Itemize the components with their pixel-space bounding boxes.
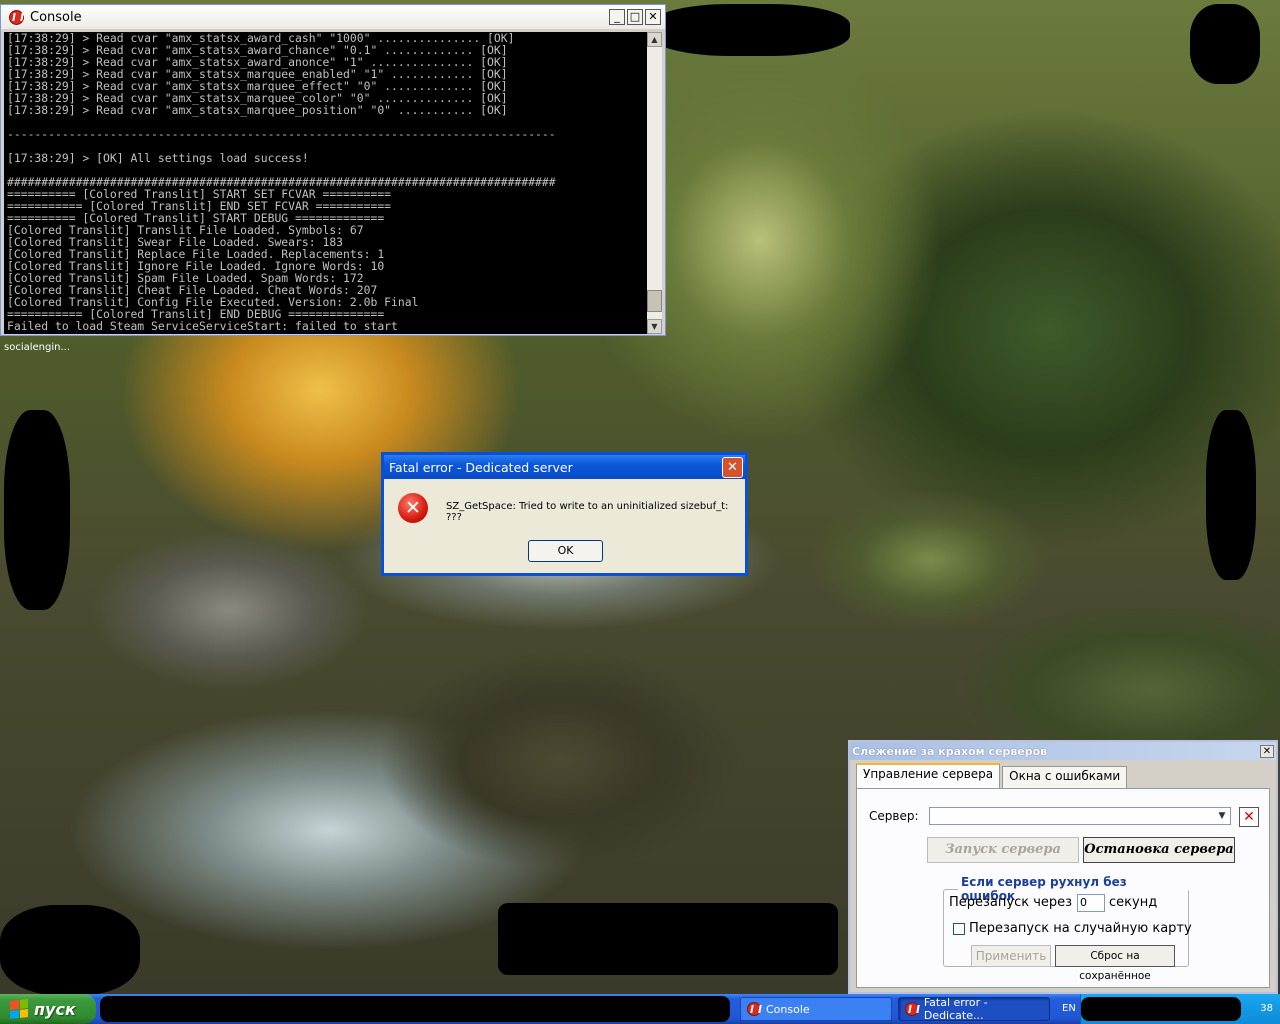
hl-icon bbox=[9, 9, 24, 25]
taskbar-button-label: Fatal error - Dedicate... bbox=[923, 996, 988, 1022]
console-scrollbar[interactable]: ▲ ▼ bbox=[647, 32, 662, 334]
redaction-scribble bbox=[1081, 997, 1241, 1021]
reset-to-saved-button[interactable]: Сброс на сохранённое bbox=[1055, 945, 1175, 982]
error-message: SZ_GetSpace: Tried to write to an uninit… bbox=[446, 501, 729, 523]
close-button[interactable]: ✕ bbox=[1260, 744, 1274, 758]
console-titlebar[interactable]: Console _ □ ✕ bbox=[1, 5, 665, 29]
error-icon: ✕ bbox=[398, 493, 428, 523]
restart-suffix-label: секунд bbox=[1109, 895, 1158, 910]
monitor-titlebar[interactable]: Слежение за крахом серверов ✕ bbox=[850, 742, 1276, 760]
random-map-label: Перезапуск на случайную карту bbox=[969, 921, 1192, 936]
fatal-dialog-title: Fatal error - Dedicated server bbox=[389, 459, 573, 475]
minimize-button[interactable]: _ bbox=[609, 9, 625, 25]
monitor-tabs: Управление сервера Окна с ошибками bbox=[856, 763, 1129, 789]
redaction-scribble bbox=[1206, 410, 1256, 580]
scroll-thumb[interactable] bbox=[647, 290, 662, 312]
apply-button[interactable]: Применить bbox=[971, 945, 1051, 967]
taskbar-button-fatal-error[interactable]: Fatal error - Dedicate... bbox=[898, 996, 1050, 1022]
language-indicator[interactable]: EN bbox=[1062, 1003, 1076, 1014]
server-label: Сервер: bbox=[869, 809, 919, 823]
scroll-down-arrow-icon[interactable]: ▼ bbox=[647, 319, 662, 334]
redaction-scribble bbox=[650, 4, 850, 56]
taskbar-button-label: Console bbox=[766, 1002, 810, 1016]
redaction-scribble bbox=[4, 410, 70, 610]
server-select[interactable]: ▼ bbox=[929, 807, 1231, 825]
tab-error-windows[interactable]: Окна с ошибками bbox=[1002, 766, 1128, 788]
redaction-scribble bbox=[498, 903, 838, 975]
chevron-down-icon[interactable]: ▼ bbox=[1215, 809, 1229, 823]
redaction-scribble bbox=[100, 996, 730, 1022]
fatal-error-dialog[interactable]: Fatal error - Dedicated server ✕ ✕ SZ_Ge… bbox=[381, 452, 748, 576]
tab-server-control[interactable]: Управление сервера bbox=[856, 763, 1001, 789]
monitor-title: Слежение за крахом серверов bbox=[852, 744, 1048, 758]
taskbar-button-console[interactable]: Console bbox=[740, 997, 892, 1021]
scroll-up-arrow-icon[interactable]: ▲ bbox=[647, 32, 662, 47]
close-button[interactable]: ✕ bbox=[645, 9, 661, 25]
restart-seconds-input[interactable]: 0 bbox=[1077, 894, 1105, 912]
delete-server-icon[interactable]: ✕ bbox=[1239, 807, 1259, 827]
taskbar: пуск Console Fatal error - Dedicate... E… bbox=[0, 994, 1280, 1024]
stop-server-button[interactable]: Остановка сервера bbox=[1083, 837, 1235, 863]
redaction-scribble bbox=[1190, 4, 1260, 84]
console-output[interactable]: [17:38:29] > Read cvar "amx_statsx_award… bbox=[4, 32, 649, 334]
restart-prefix-label: Перезапуск через bbox=[949, 895, 1073, 910]
clock[interactable]: 38 bbox=[1260, 1003, 1273, 1014]
start-server-button[interactable]: Запуск сервера bbox=[927, 837, 1079, 863]
ok-button[interactable]: OK bbox=[528, 540, 603, 562]
crash-monitor-window[interactable]: Слежение за крахом серверов ✕ Управление… bbox=[848, 740, 1278, 994]
windows-flag-icon bbox=[10, 999, 28, 1019]
close-button[interactable]: ✕ bbox=[722, 456, 743, 478]
console-log-text: [17:38:29] > Read cvar "amx_statsx_award… bbox=[7, 32, 556, 333]
console-window[interactable]: Console _ □ ✕ [17:38:29] > Read cvar "am… bbox=[0, 4, 666, 336]
start-label: пуск bbox=[34, 999, 76, 1019]
console-title: Console bbox=[30, 9, 82, 25]
maximize-button[interactable]: □ bbox=[627, 9, 643, 25]
hl-icon bbox=[905, 1002, 919, 1016]
system-tray: 38 bbox=[1080, 994, 1280, 1024]
random-map-checkbox[interactable] bbox=[953, 923, 965, 935]
desktop-tooltip: socialengin... bbox=[4, 342, 71, 353]
redaction-scribble bbox=[0, 905, 140, 994]
hl-icon bbox=[747, 1002, 761, 1016]
tab-panel: Сервер: ▼ ✕ Запуск сервера Остановка сер… bbox=[856, 788, 1270, 988]
fatal-dialog-titlebar[interactable]: Fatal error - Dedicated server ✕ bbox=[384, 455, 745, 479]
start-button[interactable]: пуск bbox=[0, 994, 96, 1024]
